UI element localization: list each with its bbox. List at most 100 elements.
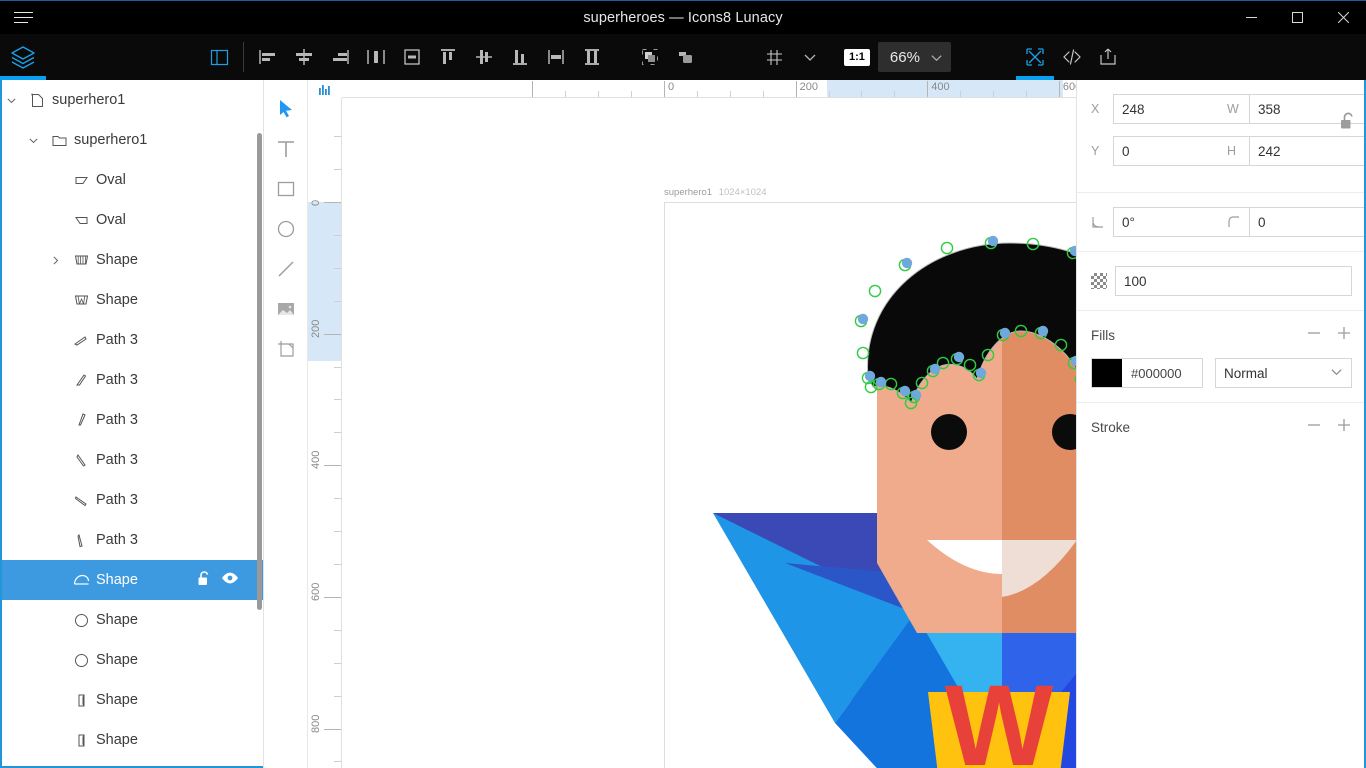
align-bottom-button[interactable] (502, 39, 538, 75)
ellipse-tool[interactable] (269, 212, 303, 246)
close-button[interactable] (1320, 1, 1366, 35)
ruler-label: 0 (668, 81, 674, 93)
vertical-ruler[interactable]: 0200400600800 (308, 98, 342, 768)
add-stroke-button[interactable] (1336, 417, 1352, 438)
align-vertical-center-button[interactable] (466, 39, 502, 75)
layer-row-shape[interactable]: Shape (0, 240, 263, 280)
panel-toggle-icon[interactable] (201, 39, 237, 75)
fills-section: Fills #000000 (1077, 311, 1366, 402)
opacity-section (1077, 252, 1366, 310)
layer-row-shape[interactable]: Shape (0, 680, 263, 720)
opacity-input[interactable] (1115, 266, 1352, 296)
line-tool[interactable] (269, 252, 303, 286)
canvas-area[interactable]: 02004006008001000 0200400600800 superher… (308, 80, 1076, 768)
chevron-right-icon[interactable] (44, 255, 66, 266)
ruler-label: 200 (310, 319, 322, 337)
layer-label: Shape (96, 692, 138, 708)
zoom-selector[interactable]: 66% (878, 42, 951, 72)
layer-row-path-3[interactable]: Path 3 (0, 520, 263, 560)
path-icon-3 (66, 412, 96, 429)
layer-row-path-3[interactable]: Path 3 (0, 440, 263, 480)
grid-chevron-down-icon[interactable] (792, 39, 828, 75)
layer-row-superhero1[interactable]: superhero1 (0, 80, 263, 120)
layer-row-superhero1[interactable]: superhero1 (0, 120, 263, 160)
ruler-tick (664, 81, 665, 98)
maximize-button[interactable] (1274, 1, 1320, 35)
ruler-tick (324, 729, 341, 730)
ruler-tick (334, 630, 341, 631)
opacity-row (1091, 266, 1352, 296)
image-tool[interactable] (269, 292, 303, 326)
export-icon[interactable] (1090, 39, 1126, 75)
eye-icon[interactable] (221, 571, 239, 589)
select-tool[interactable] (269, 92, 303, 126)
unlock-icon[interactable] (197, 570, 212, 591)
ruler-tick (334, 696, 341, 697)
align-top-button[interactable] (430, 39, 466, 75)
layer-row-shape[interactable]: Shape (0, 640, 263, 680)
grid-button[interactable] (756, 39, 792, 75)
hamburger-icon[interactable] (0, 1, 46, 35)
bar-shape-icon (66, 692, 96, 709)
distribute-spacing-button[interactable] (574, 39, 610, 75)
inspector-icon[interactable] (1016, 34, 1054, 80)
layer-label: Shape (96, 572, 138, 588)
layer-row-path-3[interactable]: Path 3 (0, 480, 263, 520)
align-left-button[interactable] (250, 39, 286, 75)
align-right-button[interactable] (322, 39, 358, 75)
ruler-label: 400 (931, 81, 949, 93)
layer-label: Shape (96, 292, 138, 308)
oval-shape-icon-2 (66, 212, 96, 229)
layer-row-path-3[interactable]: Path 3 (0, 360, 263, 400)
superhero-artwork: W (665, 203, 1076, 768)
fill-swatch[interactable] (1092, 359, 1122, 387)
layer-row-shape[interactable]: Shape (0, 560, 263, 600)
ruler-tick (565, 91, 566, 98)
layer-row-oval[interactable]: Oval (0, 200, 263, 240)
layers-scrollbar[interactable] (257, 133, 262, 610)
ruler-tick (334, 564, 341, 565)
zoom-ratio-badge[interactable]: 1:1 (844, 49, 870, 66)
mask-button[interactable] (632, 39, 668, 75)
layer-row-shape[interactable]: Shape (0, 600, 263, 640)
ruler-chart-icon[interactable] (308, 80, 342, 98)
h-input[interactable] (1249, 136, 1366, 166)
layer-row-oval[interactable]: Oval (0, 160, 263, 200)
blend-mode-select[interactable]: Normal (1215, 358, 1352, 388)
artboard-superhero1[interactable]: W (664, 202, 1076, 768)
minimize-button[interactable] (1228, 1, 1274, 35)
layer-row-path-3[interactable]: Path 3 (0, 400, 263, 440)
fill-color-field[interactable]: #000000 (1091, 358, 1203, 388)
remove-fill-button[interactable] (1306, 325, 1322, 346)
horizontal-ruler[interactable]: 02004006008001000 (342, 80, 1076, 98)
ruler-tick (598, 91, 599, 98)
remove-stroke-button[interactable] (1306, 417, 1322, 438)
code-icon[interactable] (1054, 39, 1090, 75)
distribute-vertical-button[interactable] (538, 39, 574, 75)
layer-row-shape[interactable]: Shape (0, 280, 263, 320)
layer-row-shape[interactable]: Shape (0, 720, 263, 760)
boolean-ops-button[interactable] (668, 39, 704, 75)
ruler-label: 400 (310, 451, 322, 469)
rectangle-tool[interactable] (269, 172, 303, 206)
path-icon-5 (66, 492, 96, 509)
ruler-tick (334, 169, 341, 170)
ruler-label: 600 (310, 583, 322, 601)
ruler-tick (334, 235, 341, 236)
lunacy-layers-logo[interactable] (0, 34, 46, 80)
geometry-section: X W Y H (1077, 80, 1366, 192)
chevron-down-icon[interactable] (22, 135, 44, 146)
artboard-tool[interactable] (269, 332, 303, 366)
fill-hex-value: #000000 (1122, 366, 1182, 381)
distribute-horizontal-button[interactable] (358, 39, 394, 75)
layer-label: Path 3 (96, 332, 138, 348)
unlock-proportions-icon[interactable] (1340, 112, 1356, 136)
add-fill-button[interactable] (1336, 325, 1352, 346)
text-tool[interactable] (269, 132, 303, 166)
ruler-tick (324, 334, 341, 335)
chevron-down-icon[interactable] (0, 95, 22, 106)
align-middle-button[interactable] (394, 39, 430, 75)
align-horizontal-center-button[interactable] (286, 39, 322, 75)
radius-input[interactable] (1249, 207, 1366, 237)
layer-row-path-3[interactable]: Path 3 (0, 320, 263, 360)
